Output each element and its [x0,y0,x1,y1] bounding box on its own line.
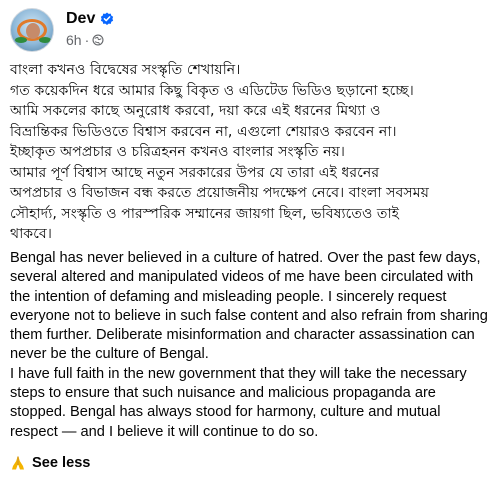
bengali-line: আমার পূর্ণ বিশ্বাস আছে নতুন সরকারের উপর … [10,164,380,181]
bengali-line: গত কয়েকদিন ধরে আমার কিছু বিকৃত ও এডিটেড… [10,82,414,99]
bengali-line: সৌহার্দ্য, সংস্কৃতি ও পারস্পরিক সম্মানের… [10,205,400,222]
post-timestamp[interactable]: 6h [66,32,82,48]
author-row: Dev [66,10,114,28]
facebook-post: Dev 6h · বাংলা কখনও বিদ্বেষের সংস্কৃতি শ… [0,0,495,478]
bengali-line: ইচ্ছাকৃত অপপ্রচার ও চরিত্রহনন কখনও বাংলা… [10,144,345,160]
post-header: Dev 6h · [10,8,480,52]
author-name[interactable]: Dev [66,10,95,28]
bengali-line: বিভ্রান্তিকর ভিডিওতে বিশ্বাস করবেন না, এ… [10,123,397,140]
post-meta: 6h · [66,32,104,48]
avatar-leaf-right [39,37,51,43]
english-paragraph-2: I have full faith in the new government … [10,365,467,440]
verified-badge-icon [101,12,114,25]
bengali-line: আমি সকলের কাছে অনুরোধ করবো, দয়া করে এই … [10,103,381,119]
bengali-line: থাকবে। [10,226,52,242]
author-avatar[interactable] [10,8,54,52]
bengali-line: অপপ্রচার ও বিভাজন বন্ধ করতে প্রয়োজনীয় … [10,185,429,201]
english-text: Bengal has never believed in a culture o… [10,249,490,442]
see-less-label: See less [32,455,91,471]
see-less-button[interactable]: See less [10,455,90,471]
english-paragraph-1: Bengal has never believed in a culture o… [10,250,488,363]
avatar-leaf-left [15,37,27,43]
meta-separator: · [84,32,90,48]
globe-icon[interactable] [92,34,104,46]
bengali-line: বাংলা কখনও বিদ্বেষের সংস্কৃতি শেখায়নি। [10,62,241,78]
bengali-text: বাংলা কখনও বিদ্বেষের সংস্কৃতি শেখায়নি। … [10,60,488,245]
folded-hands-icon [12,456,24,470]
avatar-face [26,23,40,39]
